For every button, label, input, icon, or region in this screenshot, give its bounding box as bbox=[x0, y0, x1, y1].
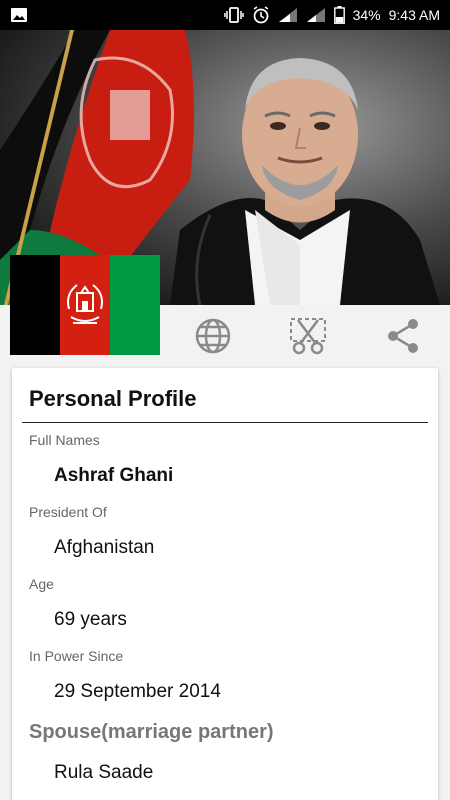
president-of-label: President Of bbox=[29, 504, 107, 520]
scissors-icon bbox=[289, 318, 326, 355]
battery-percentage: 34% bbox=[352, 7, 381, 23]
full-names-label: Full Names bbox=[29, 432, 100, 448]
flag-thumbnail bbox=[10, 255, 160, 355]
share-button[interactable] bbox=[355, 305, 450, 367]
vibrate-icon bbox=[223, 7, 244, 23]
spouse-value: Rula Saade bbox=[54, 762, 154, 783]
action-bar bbox=[165, 305, 450, 367]
cut-button[interactable] bbox=[260, 305, 355, 367]
battery-icon bbox=[333, 6, 345, 24]
profile-card: Personal Profile Full Names Ashraf Ghani… bbox=[12, 368, 438, 800]
age-label: Age bbox=[29, 576, 54, 592]
image-icon bbox=[10, 7, 28, 23]
title-divider bbox=[22, 422, 428, 423]
status-bar: 34% 9:43 AM bbox=[0, 0, 450, 30]
signal-icon bbox=[306, 7, 326, 23]
age-value: 69 years bbox=[54, 609, 127, 630]
globe-icon bbox=[195, 318, 230, 354]
signal-icon bbox=[278, 7, 298, 23]
president-of-value: Afghanistan bbox=[54, 537, 155, 558]
flag-black-band bbox=[10, 255, 60, 355]
alarm-icon bbox=[252, 6, 270, 24]
web-button[interactable] bbox=[165, 305, 260, 367]
clock: 9:43 AM bbox=[388, 7, 440, 23]
flag-emblem-icon bbox=[67, 284, 103, 324]
flag-green-band bbox=[110, 255, 160, 355]
share-icon bbox=[387, 319, 418, 353]
flag-red-band bbox=[60, 255, 110, 355]
full-names-value: Ashraf Ghani bbox=[54, 465, 174, 486]
spouse-heading: Spouse(marriage partner) bbox=[29, 721, 274, 743]
in-power-value: 29 September 2014 bbox=[54, 681, 221, 702]
in-power-label: In Power Since bbox=[29, 648, 124, 664]
card-title: Personal Profile bbox=[29, 386, 197, 411]
